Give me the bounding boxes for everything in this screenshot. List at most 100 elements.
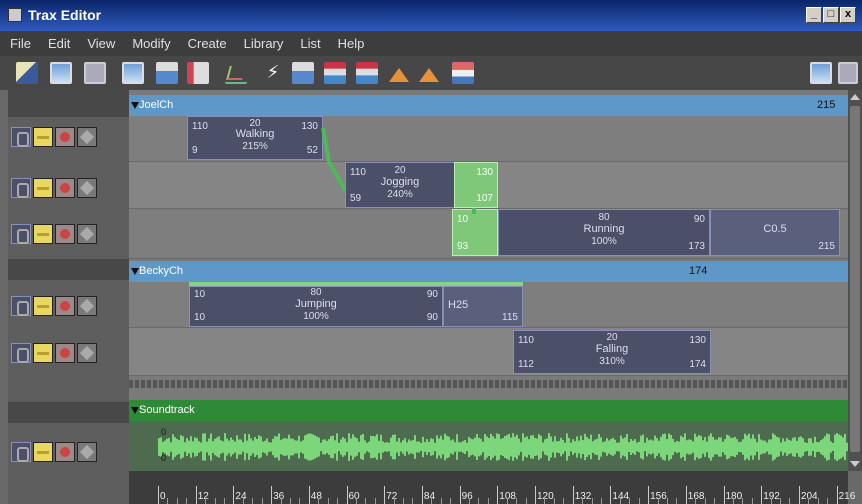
- clip-blend[interactable]: 10 93: [452, 209, 498, 256]
- ruler-minor-tick: [780, 498, 782, 504]
- mute-icon[interactable]: [55, 224, 75, 244]
- flag-icon[interactable]: [452, 62, 474, 84]
- ruler-tick: [384, 486, 386, 504]
- clip-jogging[interactable]: 110 20 Jogging 240% 59: [345, 162, 455, 208]
- collapse-triangle-icon[interactable]: [131, 102, 139, 109]
- ghost-icon[interactable]: [77, 296, 97, 316]
- solo-icon[interactable]: [33, 442, 53, 462]
- solo-icon[interactable]: [33, 224, 53, 244]
- menu-create[interactable]: Create: [188, 36, 227, 51]
- clip-scale: 100%: [591, 236, 617, 247]
- character-name: JoelCh: [139, 99, 174, 111]
- menu-bar: File Edit View Modify Create Library Lis…: [0, 31, 862, 56]
- menu-file[interactable]: File: [10, 36, 31, 51]
- vertical-scrollbar[interactable]: [848, 90, 862, 471]
- ruler-minor-tick: [167, 498, 169, 504]
- clip-icon[interactable]: [11, 127, 31, 147]
- ruler-tick: [535, 486, 536, 504]
- title-bar[interactable]: Trax Editor _ □ x: [0, 0, 862, 31]
- clip-icon[interactable]: [11, 442, 31, 462]
- clip-hold[interactable]: H25 115: [443, 286, 523, 327]
- scroll-up-icon[interactable]: [850, 94, 860, 100]
- clip-icon[interactable]: [11, 178, 31, 198]
- solo-icon[interactable]: [33, 127, 53, 147]
- clip-name: Walking: [235, 128, 275, 140]
- maximize-button[interactable]: □: [823, 7, 839, 23]
- soundtrack-waveform[interactable]: 0 0: [129, 421, 848, 471]
- clip-weight: 20: [606, 332, 618, 343]
- ghost-icon[interactable]: [77, 224, 97, 244]
- clip-cycle[interactable]: C0.5 215: [710, 209, 840, 256]
- sheet2-icon[interactable]: [356, 62, 378, 84]
- menu-list[interactable]: List: [300, 36, 320, 51]
- menu-help[interactable]: Help: [338, 36, 365, 51]
- ruler-minor-tick: [789, 498, 791, 504]
- close-button[interactable]: x: [840, 7, 856, 23]
- ruler-tick: [195, 486, 197, 504]
- clip-icon[interactable]: [11, 343, 31, 363]
- clip-running[interactable]: 90 80 Running 100% 173: [498, 209, 710, 256]
- graph-icon[interactable]: [84, 62, 106, 84]
- ruler-minor-tick: [242, 498, 244, 504]
- clip-walking[interactable]: 110 130 20 Walking 215% 9 52: [187, 116, 323, 160]
- sheet-icon[interactable]: [324, 62, 346, 84]
- character-header-beckych[interactable]: BeckyCh 174: [129, 261, 848, 282]
- track-buttons: [11, 178, 97, 198]
- ruler-minor-tick: [770, 498, 772, 504]
- mute-icon[interactable]: [55, 296, 75, 316]
- ghost-icon[interactable]: [77, 127, 97, 147]
- time-ruler[interactable]: 0 12 24 36 48 60 72 84 96 108 120 132 144 156 168 180 19…: [129, 471, 855, 504]
- keys-icon[interactable]: [292, 62, 314, 84]
- menu-edit[interactable]: Edit: [48, 36, 70, 51]
- scroll-down-icon[interactable]: [850, 461, 860, 467]
- menu-view[interactable]: View: [87, 36, 115, 51]
- frame-all-icon[interactable]: [122, 62, 144, 84]
- collapse-triangle-icon[interactable]: [131, 407, 139, 414]
- cone2-icon[interactable]: [418, 62, 440, 84]
- trax-editor-window: Trax Editor _ □ x File Edit View Modify …: [0, 0, 862, 504]
- merge-icon[interactable]: [156, 62, 178, 84]
- menu-library[interactable]: Library: [244, 36, 284, 51]
- ruler-minor-tick: [487, 498, 489, 504]
- solo-icon[interactable]: [33, 343, 53, 363]
- track-row[interactable]: 110 130 20 Falling 310% 112 174: [129, 328, 848, 376]
- mute-icon[interactable]: [55, 343, 75, 363]
- ruler-tick: [798, 486, 800, 504]
- clip-blend[interactable]: 130 107: [454, 162, 498, 208]
- minimize-button[interactable]: _: [806, 7, 822, 23]
- clip-falling[interactable]: 110 130 20 Falling 310% 112 174: [513, 330, 711, 374]
- track-row[interactable]: 10 93 90 80 Running 100% 173 C0.5 215: [129, 209, 848, 259]
- solo-icon[interactable]: [33, 178, 53, 198]
- mute-icon[interactable]: [55, 442, 75, 462]
- ruler-tick: [158, 486, 159, 504]
- layout-icon[interactable]: [810, 62, 832, 84]
- ruler-label: 24: [235, 491, 247, 502]
- collapse-triangle-icon[interactable]: [131, 268, 139, 275]
- solo-icon[interactable]: [33, 296, 53, 316]
- ghost-icon[interactable]: [77, 178, 97, 198]
- insert-icon[interactable]: [50, 62, 72, 84]
- track-row[interactable]: 110 20 Jogging 240% 59 130 107: [129, 162, 848, 209]
- load-clip-icon[interactable]: [16, 62, 38, 84]
- menu-modify[interactable]: Modify: [132, 36, 170, 51]
- run-icon[interactable]: ⚡: [262, 62, 284, 84]
- ghost-icon[interactable]: [77, 343, 97, 363]
- clip-icon[interactable]: [11, 224, 31, 244]
- track-row[interactable]: 110 130 20 Walking 215% 9 52: [129, 116, 848, 162]
- curve-icon[interactable]: [225, 62, 247, 84]
- section-divider[interactable]: [129, 380, 848, 388]
- scroll-thumb[interactable]: [850, 106, 860, 452]
- ghost-icon[interactable]: [77, 442, 97, 462]
- mute-icon[interactable]: [55, 178, 75, 198]
- split-icon[interactable]: [187, 62, 209, 84]
- track-row[interactable]: 10 90 80 Jumping 100% 10 90 H25 115: [129, 282, 848, 328]
- ruler-minor-tick: [666, 498, 668, 504]
- soundtrack-header[interactable]: Soundtrack: [129, 400, 848, 421]
- cone-icon[interactable]: [388, 62, 410, 84]
- panel-icon[interactable]: [838, 62, 858, 84]
- character-header-joelch[interactable]: JoelCh 215: [129, 95, 848, 116]
- clip-icon[interactable]: [11, 296, 31, 316]
- clip-jumping[interactable]: 10 90 80 Jumping 100% 10 90: [189, 286, 443, 327]
- mute-icon[interactable]: [55, 127, 75, 147]
- ruler-minor-tick: [261, 498, 263, 504]
